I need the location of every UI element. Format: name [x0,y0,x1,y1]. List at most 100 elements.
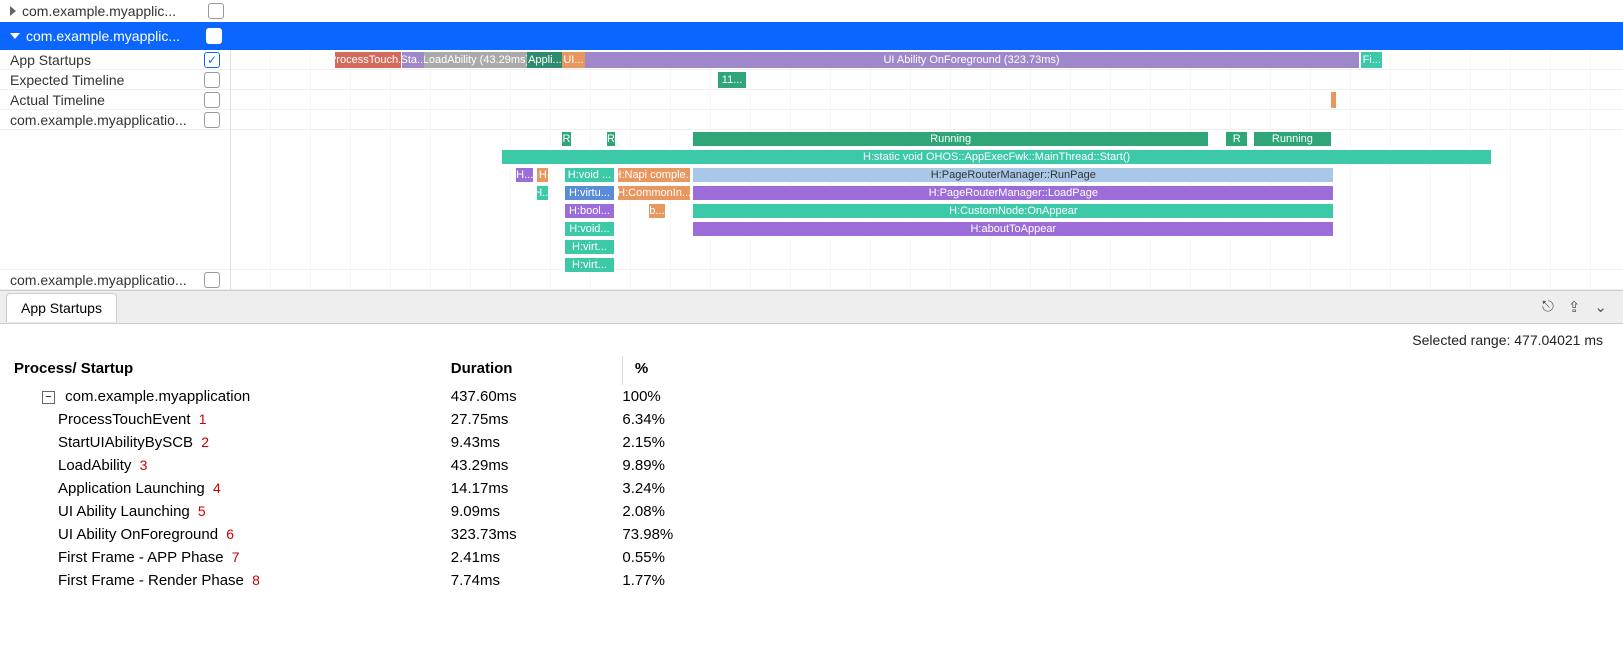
row-thread-1[interactable]: com.example.myapplicatio... [0,110,230,130]
export-icon[interactable]: ⎋ [1542,298,1554,316]
startup-name: ProcessTouchEvent 1 [14,408,451,431]
table-row[interactable]: UI Ability OnForeground 6323.73ms73.98% [14,523,794,546]
row-thread-2[interactable]: com.example.myapplicatio... [0,270,230,290]
checkbox[interactable] [204,112,220,128]
table-row[interactable]: LoadAbility 343.29ms9.89% [14,454,794,477]
percent-cell: 0.55% [622,546,794,569]
trace-span[interactable]: Running [1254,132,1331,146]
row-app-startups[interactable]: App Startups [0,50,230,70]
trace-span[interactable]: LoadAbility (43.29ms) [424,52,527,68]
trace-span[interactable]: 11... [718,72,746,88]
duration-cell: 2.41ms [451,546,623,569]
duration-cell: 27.75ms [451,408,623,431]
label: com.example.myapplicatio... [10,272,187,288]
timeline: App Startups Expected Timeline Actual Ti… [0,50,1623,290]
trace-span[interactable]: H:aboutToAppear [693,222,1333,236]
checkbox[interactable] [204,72,220,88]
trace-span[interactable]: b... [649,204,666,218]
trace-span[interactable]: Running [693,132,1208,146]
percent-cell: 9.89% [622,454,794,477]
checkbox[interactable] [208,3,224,19]
checkbox[interactable] [204,52,220,68]
annotation: 4 [213,480,221,496]
table-row[interactable]: First Frame - Render Phase 87.74ms1.77% [14,569,794,592]
process-row-collapsed[interactable]: com.example.myapplic... [0,0,1623,22]
trace-span[interactable]: UI... [562,52,584,68]
process-row-expanded[interactable]: com.example.myapplic... [0,22,1623,50]
col-percent[interactable]: % [622,356,794,385]
trace-span[interactable]: H:virtu... [565,186,614,200]
trace-span[interactable]: H:CommonIn... [618,186,690,200]
selected-range: Selected range: 477.04021 ms [0,324,1623,356]
trace-span[interactable]: H:void... [565,222,614,236]
trace-span[interactable]: R [562,132,570,146]
table-row[interactable]: StartUIAbilityBySCB 29.43ms2.15% [14,431,794,454]
trace-span[interactable]: H [537,168,548,182]
startup-name: UI Ability OnForeground 6 [14,523,451,546]
trace-span[interactable]: ProcessTouch... [335,52,400,68]
trace-span[interactable]: R [1226,132,1247,146]
label: com.example.myapplicatio... [10,112,187,128]
trace-span[interactable]: R [607,132,615,146]
col-duration[interactable]: Duration [451,356,623,385]
row-actual-timeline[interactable]: Actual Timeline [0,90,230,110]
annotation: 5 [198,503,206,519]
checkbox[interactable] [204,92,220,108]
collapse-icon[interactable]: − [42,391,55,404]
duration-cell: 7.74ms [451,569,623,592]
table-row-process[interactable]: − com.example.myapplication 437.60ms 100… [14,385,794,408]
annotation: 3 [140,457,148,473]
trace-span[interactable]: H:CustomNode:OnAppear [693,204,1333,218]
trace-span[interactable]: H:PageRouterManager::RunPage [693,168,1333,182]
table-row[interactable]: UI Ability Launching 59.09ms2.08% [14,500,794,523]
trace-span[interactable]: UI Ability OnForeground (323.73ms) [585,52,1359,68]
percent-cell: 6.34% [622,408,794,431]
trace-span[interactable]: H... [516,168,533,182]
duration-cell: 9.43ms [451,431,623,454]
col-process[interactable]: Process/ Startup [14,356,451,385]
track-calls[interactable]: Running R Running R RH:static void OHOS::App… [231,130,1623,270]
timeline-tracks[interactable]: ProcessTouch...Sta...LoadAbility (43.29m… [231,50,1623,290]
trace-span[interactable]: H... [537,186,548,200]
label: App Startups [10,52,91,68]
trace-span[interactable] [1331,92,1337,108]
process-label: com.example.myapplic... [26,28,1623,44]
table-row[interactable]: Application Launching 414.17ms3.24% [14,477,794,500]
startup-name: StartUIAbilityBySCB 2 [14,431,451,454]
track-thread2[interactable] [231,270,1623,290]
details-tabs: App Startups ⎋ ⇪ ⌄ [0,290,1623,324]
trace-span[interactable]: H:void ... [565,168,614,182]
label: Actual Timeline [10,92,105,108]
timeline-labels: App Startups Expected Timeline Actual Ti… [0,50,231,290]
row-expected-timeline[interactable]: Expected Timeline [0,70,230,90]
percent-cell: 2.08% [622,500,794,523]
annotation: 6 [226,526,234,542]
track-thread1[interactable] [231,110,1623,130]
track-expected[interactable]: 11... [231,70,1623,90]
track-app-startups[interactable]: ProcessTouch...Sta...LoadAbility (43.29m… [231,50,1623,70]
track-actual[interactable] [231,90,1623,110]
table-header: Process/ Startup Duration % [14,356,794,385]
startup-name: First Frame - Render Phase 8 [14,569,451,592]
pin-icon[interactable]: ⇪ [1568,298,1581,316]
trace-span[interactable]: H:virt... [565,240,614,254]
checkbox[interactable] [204,272,220,288]
chevron-down-icon[interactable]: ⌄ [1594,298,1607,316]
checkbox[interactable] [206,28,222,44]
trace-span[interactable]: H:static void OHOS::AppExecFwk::MainThre… [502,150,1490,164]
trace-span[interactable]: Sta... [402,52,424,68]
trace-span[interactable]: H:bool... [565,204,614,218]
trace-span[interactable]: H:PageRouterManager::LoadPage [693,186,1333,200]
panel-actions: ⎋ ⇪ ⌄ [1542,298,1623,316]
table-row[interactable]: First Frame - APP Phase 72.41ms0.55% [14,546,794,569]
tab-app-startups[interactable]: App Startups [6,293,117,322]
chevron-down-icon [10,33,20,39]
annotation: 1 [199,411,207,427]
trace-span[interactable]: H:Napi comple... [618,168,690,182]
table-row[interactable]: ProcessTouchEvent 127.75ms6.34% [14,408,794,431]
annotation: 8 [252,572,260,588]
trace-span[interactable]: Fi... [1361,52,1382,68]
chevron-right-icon [10,6,16,16]
duration-cell: 437.60ms [451,385,623,408]
trace-span[interactable]: Appli... [527,52,562,68]
